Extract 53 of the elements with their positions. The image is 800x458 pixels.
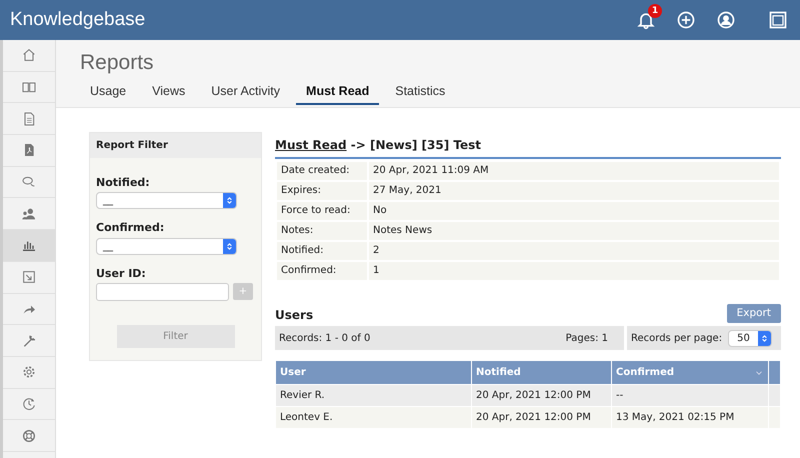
notification-badge: 1 bbox=[648, 4, 662, 18]
table-cell: 20 Apr, 2021 12:00 PM bbox=[472, 406, 612, 429]
window-icon[interactable] bbox=[768, 10, 788, 30]
table-cell: -- bbox=[612, 384, 768, 407]
section-heading: Users bbox=[275, 308, 314, 324]
records-count: Records: 1 - 0 of 0 bbox=[279, 332, 370, 345]
tab[interactable]: Statistics bbox=[385, 81, 456, 106]
field-value: No bbox=[368, 200, 780, 221]
dropdown[interactable]: __ bbox=[96, 192, 237, 210]
add-icon[interactable] bbox=[676, 10, 696, 30]
must-read-link[interactable]: Must Read bbox=[275, 138, 347, 152]
table-cell: 13 May, 2021 02:15 PM bbox=[612, 406, 768, 429]
field-label: Date created: bbox=[276, 160, 368, 181]
stepper-icon bbox=[225, 195, 234, 206]
tab[interactable]: Usage bbox=[80, 81, 136, 106]
sidebar-item[interactable] bbox=[3, 230, 55, 262]
import-icon bbox=[21, 269, 37, 286]
page-size-label: Records per page: bbox=[631, 332, 722, 345]
table-cell: Revier R. bbox=[276, 384, 472, 407]
table-cell: 20 Apr, 2021 12:00 PM bbox=[472, 384, 612, 407]
field-label: Confirmed: bbox=[276, 260, 368, 281]
field-label: Notes: bbox=[276, 220, 368, 241]
input-field[interactable] bbox=[96, 282, 229, 301]
pages-count: Pages: 1 bbox=[566, 332, 609, 345]
field-label: User ID: bbox=[96, 266, 147, 281]
panel-title: Report Filter bbox=[90, 133, 261, 158]
stepper-icon bbox=[225, 240, 234, 252]
stepper-icon bbox=[760, 332, 770, 344]
clock-icon bbox=[21, 396, 37, 412]
page-title: Reports bbox=[80, 50, 155, 76]
tab[interactable]: Must Read bbox=[296, 81, 380, 106]
field-value: 2 bbox=[368, 240, 780, 261]
page-size-dropdown[interactable]: 50 bbox=[728, 330, 772, 347]
app-title: Knowledgebase bbox=[9, 8, 146, 32]
users-icon bbox=[21, 206, 37, 222]
field-label: Confirmed: bbox=[96, 221, 166, 236]
field-value: 27 May, 2021 bbox=[368, 180, 780, 201]
wrench-icon bbox=[21, 332, 37, 349]
field-value: 20 Apr, 2021 11:09 AM bbox=[368, 160, 780, 181]
lifebuoy-icon bbox=[21, 428, 37, 444]
field-value: 1 bbox=[368, 260, 780, 281]
field-label: Notified: bbox=[96, 176, 151, 190]
dropdown[interactable]: __ bbox=[96, 238, 237, 255]
settings-icon bbox=[21, 364, 37, 380]
user-icon[interactable] bbox=[716, 10, 736, 30]
field-value: Notes News bbox=[368, 220, 780, 241]
tab[interactable]: Views bbox=[142, 81, 196, 106]
home-icon bbox=[21, 47, 37, 64]
table-cell: Leontev E. bbox=[276, 406, 472, 429]
tab[interactable]: User Activity bbox=[201, 81, 290, 106]
field-label: Force to read: bbox=[276, 200, 368, 221]
field-label: Notified: bbox=[276, 240, 368, 261]
field-label: Expires: bbox=[276, 180, 368, 201]
